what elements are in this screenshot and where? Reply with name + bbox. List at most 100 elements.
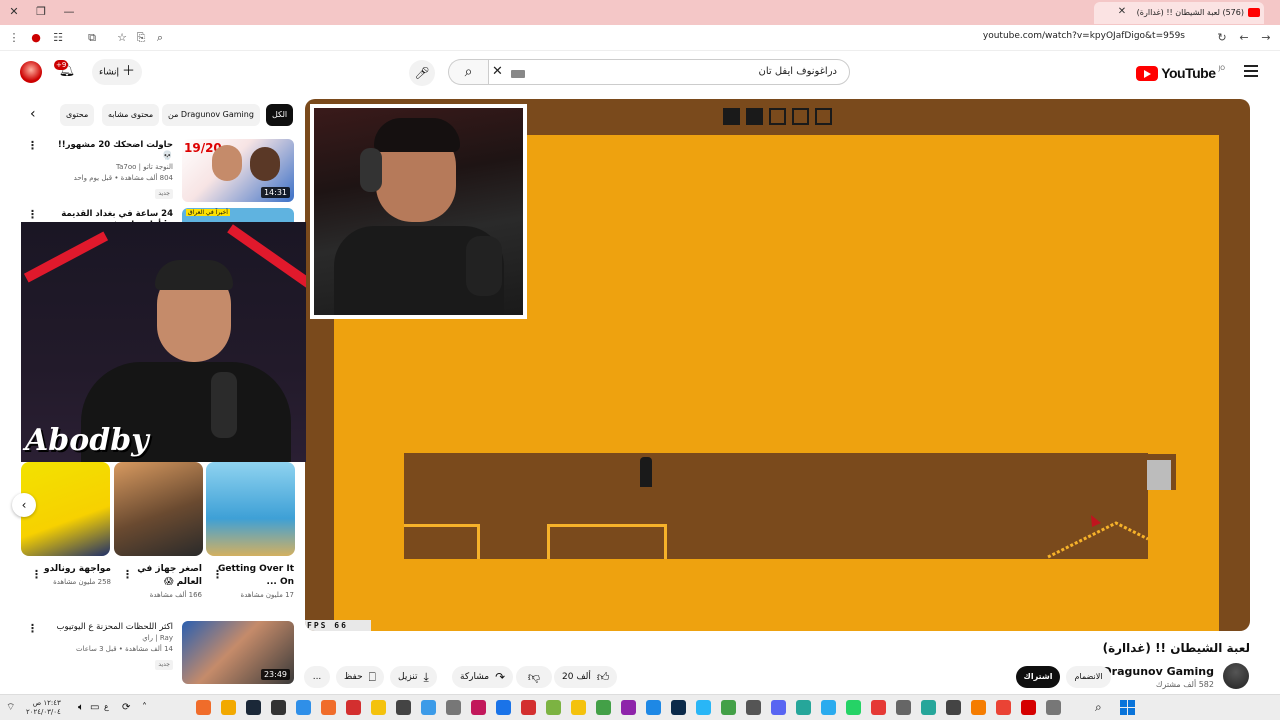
chip-from-channel[interactable]: من Dragunov Gaming (162, 104, 260, 126)
channel-name[interactable]: Dragunov Gaming (1103, 665, 1214, 678)
profile-icon[interactable]: ● (28, 30, 44, 46)
more-actions-button[interactable]: ... (304, 666, 330, 688)
video-title[interactable]: اكثر اللحظات المحزنة ع اليوتيوب (53, 622, 173, 633)
list-item[interactable]: أخيراً في العراق 24 ساعة في بغداد القديم… (20, 208, 295, 230)
app-18-icon[interactable] (621, 700, 636, 715)
channel-avatar[interactable] (1223, 663, 1249, 689)
list-item[interactable]: 19/20 14:31 حاولت اضحكك 20 مشهور!! 💀 الن… (20, 139, 295, 205)
app-22-icon[interactable] (721, 700, 736, 715)
app-5-icon[interactable] (296, 700, 311, 715)
video-thumbnail[interactable]: 19/20 14:31 (182, 139, 294, 202)
video-title[interactable]: حاولت اضحكك 20 مشهور!! 💀 (53, 140, 173, 162)
kebab-menu-icon[interactable]: ⋮ (27, 208, 38, 221)
puzzle-icon[interactable]: ⧉ (84, 30, 100, 46)
discord-icon[interactable] (771, 700, 786, 715)
video-thumbnail[interactable]: 23:49 (182, 621, 294, 684)
minimize-window-icon[interactable]: — (61, 4, 77, 20)
app-25-icon[interactable] (796, 700, 811, 715)
kebab-menu-icon[interactable]: ⋮ (31, 568, 42, 581)
chip-related[interactable]: محتوى مشابه (102, 104, 160, 126)
video-thumbnail[interactable]: أخيراً في العراق (182, 208, 294, 222)
app-23-icon[interactable] (746, 700, 761, 715)
language-indicator[interactable]: ع (104, 702, 109, 711)
app-31-icon[interactable] (946, 700, 961, 715)
create-button[interactable]: ＋ إنشاء (92, 59, 142, 85)
account-avatar[interactable] (20, 61, 42, 83)
app-2-icon[interactable] (221, 700, 236, 715)
extensions-icon[interactable]: ☷ (50, 30, 66, 46)
chrome-2-icon[interactable] (996, 700, 1011, 715)
close-window-icon[interactable]: ✕ (6, 4, 22, 20)
search-button[interactable]: ⌕ (448, 59, 488, 85)
chip-all[interactable]: الكل (266, 104, 294, 126)
app-10-icon[interactable] (421, 700, 436, 715)
youtube-logo[interactable]: YouTube JO (1136, 64, 1225, 82)
app-11-icon[interactable] (446, 700, 461, 715)
windows-start-icon[interactable] (1120, 700, 1135, 715)
list-item[interactable]: 23:49 اكثر اللحظات المحزنة ع اليوتيوب Ra… (20, 620, 295, 686)
app-28-icon[interactable] (871, 700, 886, 715)
zoom-icon[interactable]: ⌕ (152, 30, 168, 46)
save-button[interactable]: حفظ ⎕ (336, 666, 384, 688)
app-30-icon[interactable] (921, 700, 936, 715)
app-6-icon[interactable] (321, 700, 336, 715)
voice-search-button[interactable]: 🎤︎ (409, 60, 435, 86)
photoshop-icon[interactable] (671, 700, 686, 715)
kebab-menu-icon[interactable]: ⋮ (122, 568, 133, 581)
app-29-icon[interactable] (896, 700, 911, 715)
app-35-icon[interactable] (1046, 700, 1061, 715)
chrome-icon[interactable] (496, 700, 511, 715)
clear-search-icon[interactable]: ✕ (492, 64, 503, 79)
wifi-icon[interactable]: ⌔ (6, 700, 21, 715)
app-21-icon[interactable] (696, 700, 711, 715)
chevron-left-icon[interactable]: ‹ (30, 106, 36, 122)
app-8-icon[interactable] (371, 700, 386, 715)
app-12-icon[interactable] (471, 700, 486, 715)
reload-icon[interactable]: ↻ (1214, 30, 1230, 46)
battery-icon[interactable]: ▭ (90, 700, 105, 715)
join-button[interactable]: الانضمام (1066, 666, 1111, 688)
search-input[interactable]: دراغونوف ايفل تان (488, 59, 850, 85)
steam-icon[interactable] (246, 700, 261, 715)
whatsapp-icon[interactable] (846, 700, 861, 715)
app-9-icon[interactable] (396, 700, 411, 715)
keyboard-icon[interactable] (511, 70, 525, 78)
chip-more[interactable]: محتوى (60, 104, 95, 126)
kebab-menu-icon[interactable]: ⋮ (27, 622, 38, 635)
menu-dots-icon[interactable]: ⋮ (6, 30, 22, 46)
channel-name[interactable]: النوجة تاتو | Ta7oo (53, 162, 173, 173)
folder-icon[interactable] (571, 700, 586, 715)
hamburger-menu-icon[interactable] (1244, 65, 1258, 77)
kebab-menu-icon[interactable]: ⋮ (212, 568, 223, 581)
short-thumbnail[interactable] (114, 462, 203, 556)
app-32-icon[interactable] (971, 700, 986, 715)
app-14-icon[interactable] (521, 700, 536, 715)
bookmark-star-icon[interactable]: ☆ (114, 30, 130, 46)
tab-close-icon[interactable]: ✕ (1114, 4, 1130, 20)
short-thumbnail[interactable] (206, 462, 295, 556)
subscribe-button[interactable]: اشتراك (1016, 666, 1060, 688)
back-icon[interactable]: ← (1236, 30, 1252, 46)
copilot-icon[interactable]: ⟳ (122, 700, 137, 715)
app-7-icon[interactable] (346, 700, 361, 715)
telegram-icon[interactable] (821, 700, 836, 715)
app-15-icon[interactable] (546, 700, 561, 715)
forward-icon[interactable]: → (1258, 30, 1274, 46)
shorts-prev-arrow-icon[interactable]: ‹ (12, 493, 36, 517)
like-button[interactable]: 20 ألف 👍︎ (554, 666, 618, 688)
app-19-icon[interactable] (646, 700, 661, 715)
download-button[interactable]: تنزيل ⤓ (390, 666, 437, 688)
taskbar-clock[interactable]: ١٢:٤٣ ص ٢٠٢٤/٠٣/٠٤ (26, 699, 61, 717)
search-icon[interactable]: ⌕ (1095, 700, 1110, 715)
app-4-icon[interactable] (271, 700, 286, 715)
channel-name[interactable]: Ray | راي (53, 633, 173, 644)
app-17-icon[interactable] (596, 700, 611, 715)
video-player[interactable]: FPS 66 (305, 99, 1250, 631)
url-field[interactable]: youtube.com/watch?v=kpyOJafDigo&t=959s (983, 31, 1185, 41)
app-1-icon[interactable] (196, 700, 211, 715)
share-page-icon[interactable]: ⎘ (133, 30, 149, 46)
dislike-button[interactable]: 👎︎ (516, 666, 552, 688)
maximize-window-icon[interactable]: ❐ (33, 4, 49, 20)
kebab-menu-icon[interactable]: ⋮ (27, 139, 38, 152)
opera-icon[interactable] (1021, 700, 1036, 715)
